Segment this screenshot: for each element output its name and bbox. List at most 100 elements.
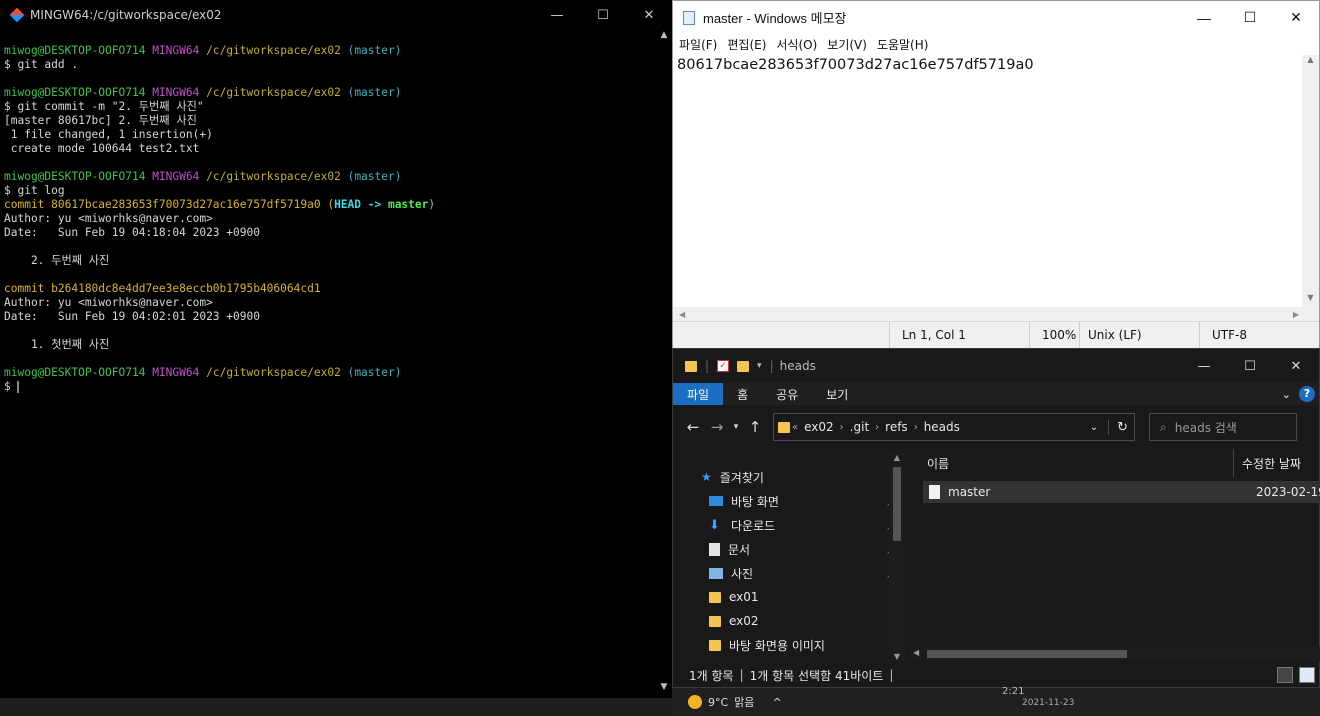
date-line: Date: Sun Feb 19 04:18:04 2023 +0900 [4, 226, 260, 239]
breadcrumb-heads[interactable]: heads [924, 420, 960, 434]
chevron-right-icon: › [875, 421, 880, 433]
breadcrumb-ex02[interactable]: ex02 [804, 420, 834, 434]
tab-share[interactable]: 공유 [762, 383, 812, 405]
scroll-down-icon[interactable]: ▼ [1302, 293, 1319, 307]
view-switcher [1277, 667, 1315, 683]
horizontal-scrollbar[interactable]: ◀ ▶ [673, 307, 1319, 321]
vertical-scrollbar[interactable]: ▲ ▼ [1302, 55, 1319, 307]
properties-icon[interactable]: ✓ [717, 360, 730, 372]
scroll-up-icon[interactable]: ▲ [889, 453, 905, 462]
notepad-icon [683, 10, 695, 25]
close-button[interactable]: ✕ [1273, 351, 1319, 381]
scroll-left-icon[interactable]: ◀ [913, 648, 919, 657]
tab-file[interactable]: 파일 [673, 383, 724, 405]
notepad-titlebar[interactable]: master - Windows 메모장 — ☐ ✕ [673, 1, 1319, 34]
maximize-button[interactable]: ☐ [1227, 351, 1273, 381]
help-icon[interactable]: ? [1299, 386, 1315, 402]
recent-dropdown-icon[interactable]: ▾ [729, 422, 743, 432]
up-icon[interactable]: ↑ [743, 418, 767, 436]
minimize-button[interactable]: — [534, 0, 580, 30]
taskbar: 9°C 맑음 ^ 2:21 2021-11-23 [672, 686, 1320, 716]
weather-desc[interactable]: 맑음 [734, 694, 754, 710]
scroll-left-icon[interactable]: ◀ [679, 310, 685, 319]
notepad-window[interactable]: master - Windows 메모장 — ☐ ✕ 파일(F) 편집(E) 서… [672, 0, 1320, 348]
refresh-icon[interactable]: ↻ [1108, 419, 1128, 435]
large-icons-view-icon[interactable] [1299, 667, 1315, 683]
folder-icon [709, 591, 721, 603]
prompt-line: miwog@DESKTOP-OOFO714 MINGW64 /c/gitwork… [4, 86, 402, 99]
search-input[interactable]: ⌕ heads 검색 [1149, 413, 1297, 441]
menu-file[interactable]: 파일(F) [679, 36, 717, 53]
column-name[interactable]: 이름 [911, 455, 1233, 472]
scroll-right-icon[interactable]: ▶ [1293, 310, 1299, 319]
menu-edit[interactable]: 편집(E) [727, 36, 766, 53]
cursor [17, 381, 20, 393]
back-icon[interactable]: ← [681, 418, 705, 436]
terminal-window[interactable]: MINGW64:/c/gitworkspace/ex02 — ☐ ✕ miwog… [0, 0, 672, 698]
folder-icon [778, 421, 790, 433]
nav-item-ex01[interactable]: ex01 [709, 586, 899, 608]
minimize-button[interactable]: — [1181, 3, 1227, 33]
folder-icon [709, 615, 721, 627]
commit-message: 1. 첫번째 사진 [4, 338, 110, 351]
file-list: 이름 수정한 날짜 master 2023-02-19 [911, 449, 1320, 661]
clock-time[interactable]: 2:21 [1002, 686, 1024, 697]
close-button[interactable]: ✕ [1273, 3, 1319, 33]
date-line: Date: Sun Feb 19 04:02:01 2023 +0900 [4, 310, 260, 323]
nav-item-downloads[interactable]: ⬇ 다운로드 📌 [709, 514, 899, 536]
line-ending: Unix (LF) [1079, 322, 1199, 348]
maximize-button[interactable]: ☐ [580, 0, 626, 30]
expand-ribbon-icon[interactable]: ⌄ [1282, 388, 1291, 401]
file-row[interactable]: master 2023-02-19 [923, 481, 1320, 503]
nav-item-documents[interactable]: 문서 📌 [709, 538, 899, 560]
scroll-up-icon[interactable]: ▲ [1302, 55, 1319, 69]
minimize-button[interactable]: — [1181, 351, 1227, 381]
maximize-button[interactable]: ☐ [1227, 3, 1273, 33]
terminal-output[interactable]: miwog@DESKTOP-OOFO714 MINGW64 /c/gitwork… [0, 30, 656, 698]
text-content[interactable]: 80617bcae283653f70073d27ac16e757df5719a0 [677, 57, 1034, 73]
scroll-thumb[interactable] [660, 50, 668, 680]
selection-info: 1개 항목 선택함 41바이트 [749, 668, 884, 683]
tab-view[interactable]: 보기 [812, 383, 862, 405]
terminal-scrollbar[interactable]: ▲ ▼ [656, 30, 672, 698]
explorer-titlebar[interactable]: | ✓ ▾ | heads — ☐ ✕ [673, 349, 1319, 383]
scroll-up-icon[interactable]: ▲ [656, 30, 672, 44]
weather-temp[interactable]: 9°C [708, 696, 728, 709]
menu-format[interactable]: 서식(O) [776, 36, 817, 53]
address-bar[interactable]: « ex02 › .git › refs › heads ⌄ ↻ [773, 413, 1135, 441]
git-bash-icon [9, 7, 25, 23]
clock-date[interactable]: 2021-11-23 [1022, 698, 1074, 708]
file-list-scrollbar[interactable]: ◀ [911, 647, 1320, 661]
file-explorer-window[interactable]: | ✓ ▾ | heads — ☐ ✕ 파일 홈 공유 보기 ⌄ ? ← → ▾… [672, 348, 1320, 688]
close-button[interactable]: ✕ [626, 0, 672, 30]
scroll-thumb[interactable] [893, 467, 901, 541]
details-view-icon[interactable] [1277, 667, 1293, 683]
forward-icon[interactable]: → [705, 418, 729, 436]
navigation-pane: ★ 즐겨찾기 바탕 화면 📌 ⬇ 다운로드 📌 문서 📌 사진 📌 ex01 [673, 449, 905, 661]
weather-sun-icon[interactable] [688, 695, 702, 709]
new-folder-icon[interactable] [737, 360, 750, 372]
terminal-titlebar[interactable]: MINGW64:/c/gitworkspace/ex02 — ☐ ✕ [0, 0, 672, 30]
customize-dropdown-icon[interactable]: ▾ [757, 361, 762, 371]
scroll-thumb[interactable] [927, 650, 1127, 658]
chevron-down-icon[interactable]: ⌄ [1090, 422, 1098, 433]
chevron-right-icon: › [913, 421, 918, 433]
scroll-down-icon[interactable]: ▼ [656, 682, 672, 696]
menu-view[interactable]: 보기(V) [827, 36, 867, 53]
nav-item-wallpaper[interactable]: 바탕 화면용 이미지 [709, 634, 899, 656]
menu-help[interactable]: 도움말(H) [877, 36, 929, 53]
scroll-down-icon[interactable]: ▼ [889, 652, 905, 661]
nav-item-desktop[interactable]: 바탕 화면 📌 [709, 490, 899, 512]
input-line[interactable]: $ [4, 380, 656, 394]
tab-home[interactable]: 홈 [723, 383, 762, 405]
encoding: UTF-8 [1199, 322, 1319, 348]
command-line: $ git commit -m "2. 두번째 사진" [4, 100, 204, 113]
nav-item-pictures[interactable]: 사진 📌 [709, 562, 899, 584]
column-date[interactable]: 수정한 날짜 [1233, 449, 1301, 477]
tray-chevron-icon[interactable]: ^ [772, 696, 781, 709]
nav-quick-access[interactable]: ★ 즐겨찾기 [701, 466, 891, 488]
nav-item-ex02[interactable]: ex02 [709, 610, 899, 632]
navigation-scrollbar[interactable]: ▲ ▼ [889, 453, 905, 661]
breadcrumb-refs[interactable]: refs [885, 420, 908, 434]
breadcrumb-git[interactable]: .git [850, 420, 869, 434]
